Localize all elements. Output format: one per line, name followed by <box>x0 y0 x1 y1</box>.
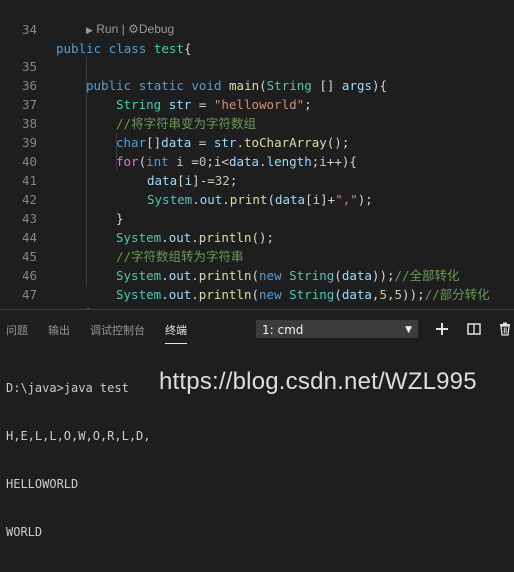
code-line: 44 //字符数组转为字符串 <box>0 209 514 264</box>
add-terminal-icon[interactable] <box>434 321 450 337</box>
code-line: 48 } <box>0 285 514 309</box>
terminal-output[interactable]: D:\java>java test H,E,L,L,O,W,O,R,L,D, H… <box>6 348 151 572</box>
line-number: 34 <box>21 22 37 37</box>
debug-icon: ⚙ <box>128 22 139 36</box>
terminal-line: D:\java>java test <box>6 381 129 395</box>
code-line: 47 } <box>0 266 514 309</box>
tab-debug-console[interactable]: 调试控制台 <box>90 322 145 338</box>
code-line: 46 System.out.println(new String(data,5,… <box>0 247 514 302</box>
trash-icon[interactable] <box>497 321 513 337</box>
debug-link[interactable]: Debug <box>139 22 174 36</box>
terminal-line: H,E,L,L,O,W,O,R,L,D, <box>6 429 151 443</box>
code-line: 42 } <box>0 171 514 226</box>
code-editor[interactable]: 34 public class test{ ▶ Run | ⚙Debug 35 … <box>0 0 514 309</box>
code-line: 34 public class test{ <box>0 1 514 56</box>
terminal-line: WORLD <box>6 525 43 539</box>
code-line: 39 for(int i =0;i<data.length;i++){ <box>0 114 514 169</box>
tab-terminal[interactable]: 终端 <box>165 322 187 344</box>
tab-problems[interactable]: 问题 <box>6 322 28 338</box>
codelens-separator: | <box>121 22 125 36</box>
chevron-down-icon: ▼ <box>405 325 412 335</box>
run-link[interactable]: Run <box>96 22 118 36</box>
terminal-select[interactable]: 1: cmd ▼ <box>256 320 418 338</box>
tab-output[interactable]: 输出 <box>48 322 70 338</box>
code-line: 37 //将字符串变为字符数组 <box>0 76 514 131</box>
code-line: 35 public static void main(String [] arg… <box>0 38 514 93</box>
panel-tab-bar: 问题 输出 调试控制台 终端 1: cmd ▼ <box>0 310 514 348</box>
code-line: 43 System.out.println(); <box>0 190 514 245</box>
codelens: ▶ Run | ⚙Debug <box>86 22 174 36</box>
run-icon: ▶ <box>86 25 93 35</box>
code-line: 45 System.out.println(new String(data));… <box>0 228 514 283</box>
terminal-line: HELLOWORLD <box>6 477 79 491</box>
code-line: 38 char[]data = str.toCharArray(); <box>0 95 514 150</box>
watermark: https://blog.csdn.net/WZL995 <box>159 368 477 395</box>
code-line: 36 String str = "helloworld"; <box>0 57 514 112</box>
split-terminal-icon[interactable] <box>466 321 482 337</box>
code-line: 40 data[i]-=32; <box>0 133 514 188</box>
bottom-panel: 问题 输出 调试控制台 终端 1: cmd ▼ D:\java>java tes… <box>0 309 514 539</box>
terminal-select-value: 1: cmd <box>262 323 304 337</box>
code-line: 41 System.out.print(data[i]+","); <box>0 152 514 207</box>
